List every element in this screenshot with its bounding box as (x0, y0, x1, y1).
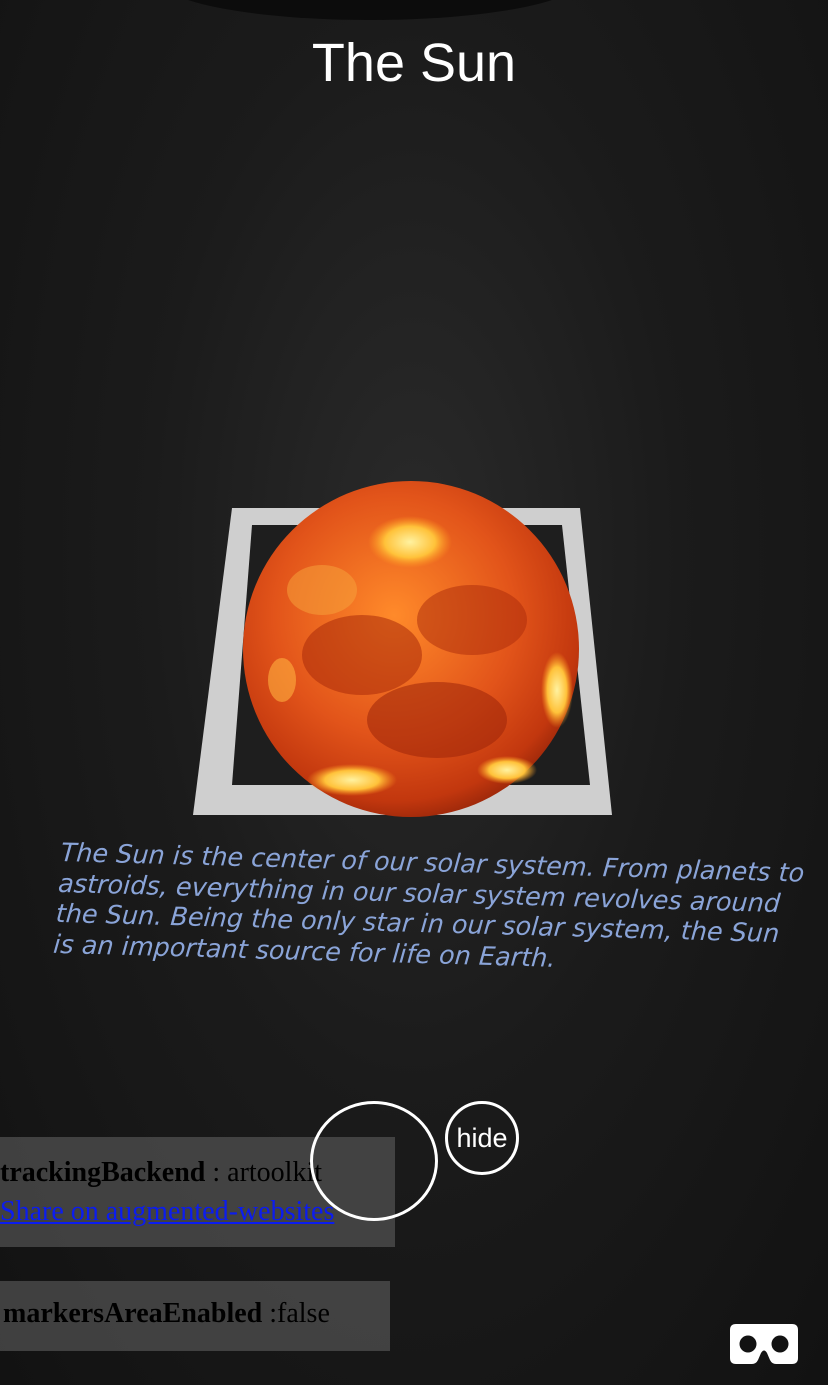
sun-sphere-icon (243, 481, 579, 817)
share-link[interactable]: Share on augmented-websites (0, 1196, 334, 1228)
planet-description: The Sun is the center of our solar syste… (52, 838, 806, 974)
markers-area-key: markersAreaEnabled (3, 1298, 263, 1329)
markers-area-panel: markersAreaEnabled :false (0, 1281, 390, 1351)
tracking-backend-value: : artoolkit (205, 1157, 323, 1188)
sun-model (242, 480, 580, 818)
vr-goggles-icon (730, 1324, 798, 1364)
capture-button[interactable] (310, 1101, 438, 1221)
tracking-backend-line: trackingBackend : artoolkit (0, 1157, 322, 1189)
hide-button[interactable]: hide (445, 1101, 519, 1175)
vr-mode-button[interactable] (728, 1322, 800, 1366)
tracking-backend-key: trackingBackend (0, 1157, 206, 1188)
markers-area-line: markersAreaEnabled :false (3, 1298, 330, 1330)
markers-area-value: :false (262, 1298, 330, 1329)
